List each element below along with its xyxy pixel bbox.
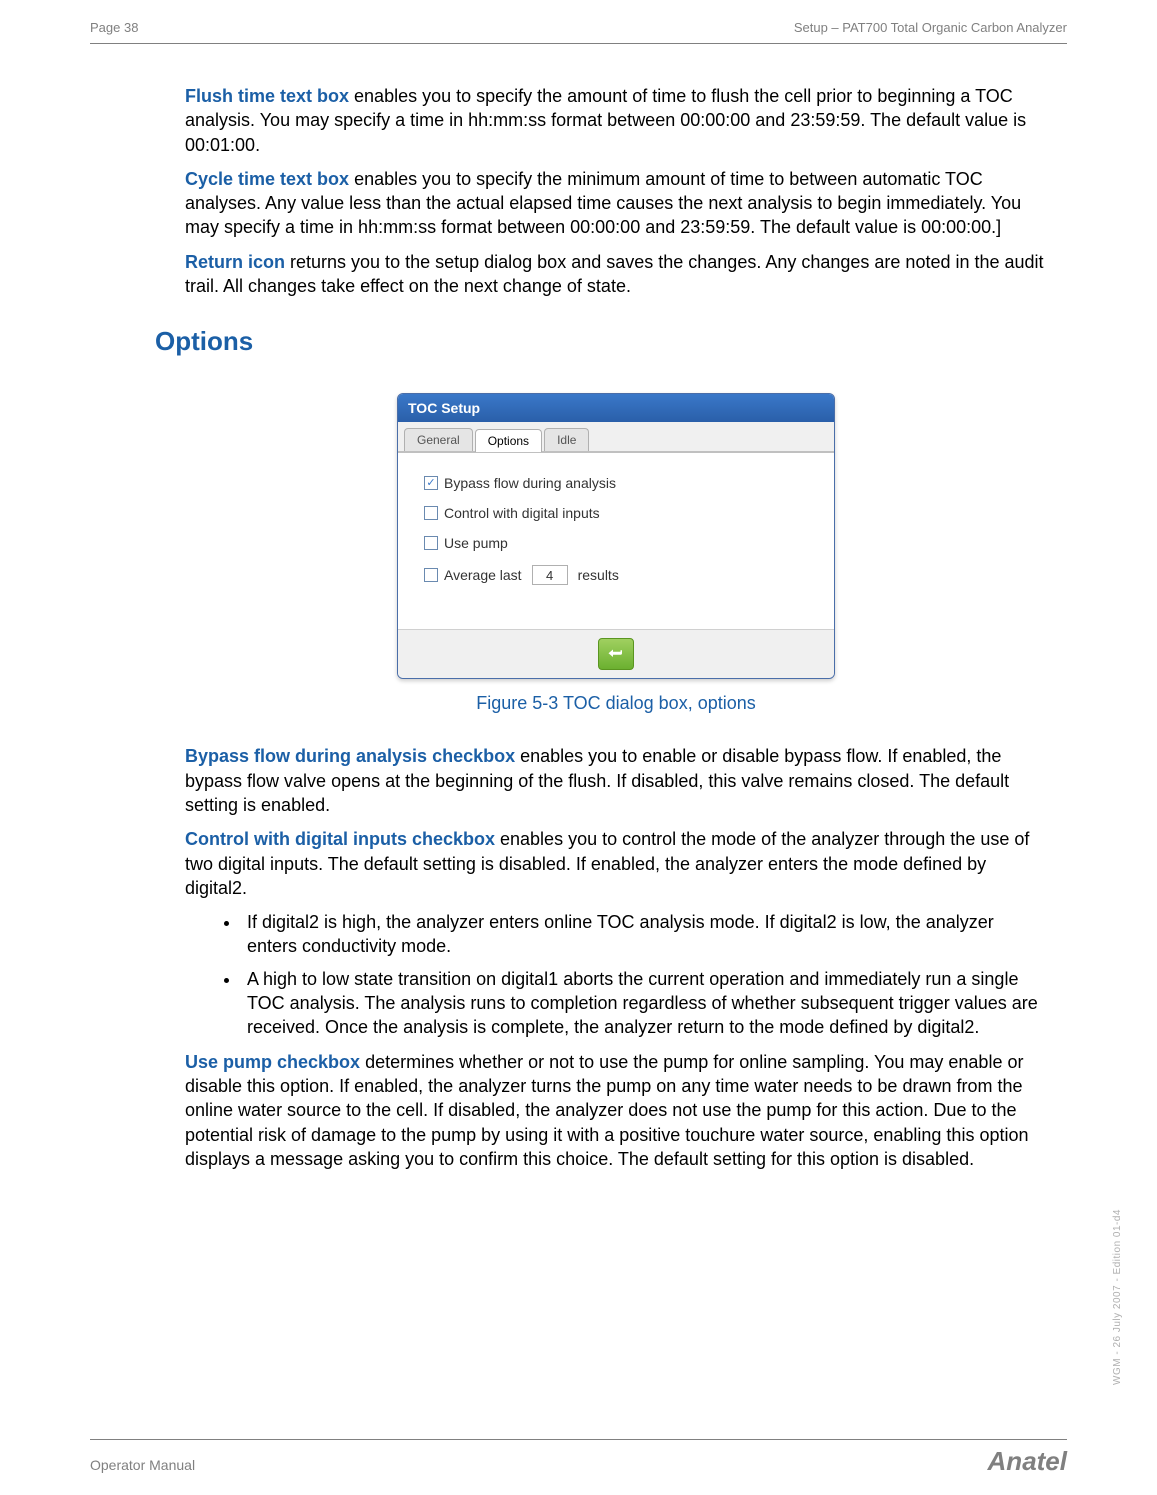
return-text: returns you to the setup dialog box and … [185,252,1044,296]
paragraph-return: Return icon returns you to the setup dia… [185,250,1047,299]
list-item: If digital2 is high, the analyzer enters… [241,910,1047,959]
side-revision-text: WGM - 26 July 2007 - Edition 01-d4 [1112,1209,1123,1385]
dialog-title: TOC Setup [398,394,834,422]
avg-pre-label: Average last [444,567,522,583]
paragraph-bypass: Bypass flow during analysis checkbox ena… [185,744,1047,817]
tab-row: General Options Idle [398,422,834,452]
control-desc-term: Control with digital inputs checkbox [185,829,495,849]
tab-general[interactable]: General [404,428,473,451]
page-number: Page 38 [90,20,138,35]
toc-setup-dialog: TOC Setup General Options Idle ✓ Bypass … [397,393,835,679]
pump-label: Use pump [444,535,508,551]
dialog-footer [398,629,834,678]
footer-left: Operator Manual [90,1457,195,1473]
tab-options[interactable]: Options [475,429,542,452]
footer-divider [90,1439,1067,1440]
checkbox-unchecked-icon[interactable] [424,568,438,582]
bypass-checkbox-row[interactable]: ✓ Bypass flow during analysis [424,475,808,491]
figure-caption: Figure 5-3 TOC dialog box, options [476,693,756,714]
dialog-body: ✓ Bypass flow during analysis Control wi… [398,452,834,629]
control-label: Control with digital inputs [444,505,600,521]
bypass-desc-term: Bypass flow during analysis checkbox [185,746,515,766]
paragraph-flush: Flush time text box enables you to speci… [185,84,1047,157]
footer-right-brand: Anatel [988,1446,1067,1477]
flush-term: Flush time text box [185,86,349,106]
avg-post-label: results [578,567,619,583]
avg-input[interactable]: 4 [532,565,568,585]
control-bullets: If digital2 is high, the analyzer enters… [185,910,1047,1039]
paragraph-cycle: Cycle time text box enables you to speci… [185,167,1047,240]
checkbox-unchecked-icon[interactable] [424,536,438,550]
bypass-label: Bypass flow during analysis [444,475,616,491]
cycle-term: Cycle time text box [185,169,349,189]
options-heading: Options [155,326,1047,357]
pump-checkbox-row[interactable]: Use pump [424,535,808,551]
pump-desc-term: Use pump checkbox [185,1052,360,1072]
return-term: Return icon [185,252,285,272]
return-arrow-icon [606,645,626,663]
header-title: Setup – PAT700 Total Organic Carbon Anal… [794,20,1067,35]
checkbox-unchecked-icon[interactable] [424,506,438,520]
tab-idle[interactable]: Idle [544,428,589,451]
control-checkbox-row[interactable]: Control with digital inputs [424,505,808,521]
average-checkbox-row[interactable]: Average last 4 results [424,565,808,585]
return-button[interactable] [598,638,634,670]
checkbox-checked-icon[interactable]: ✓ [424,476,438,490]
header-divider [90,43,1067,44]
paragraph-pump: Use pump checkbox determines whether or … [185,1050,1047,1171]
paragraph-control: Control with digital inputs checkbox ena… [185,827,1047,900]
list-item: A high to low state transition on digita… [241,967,1047,1040]
